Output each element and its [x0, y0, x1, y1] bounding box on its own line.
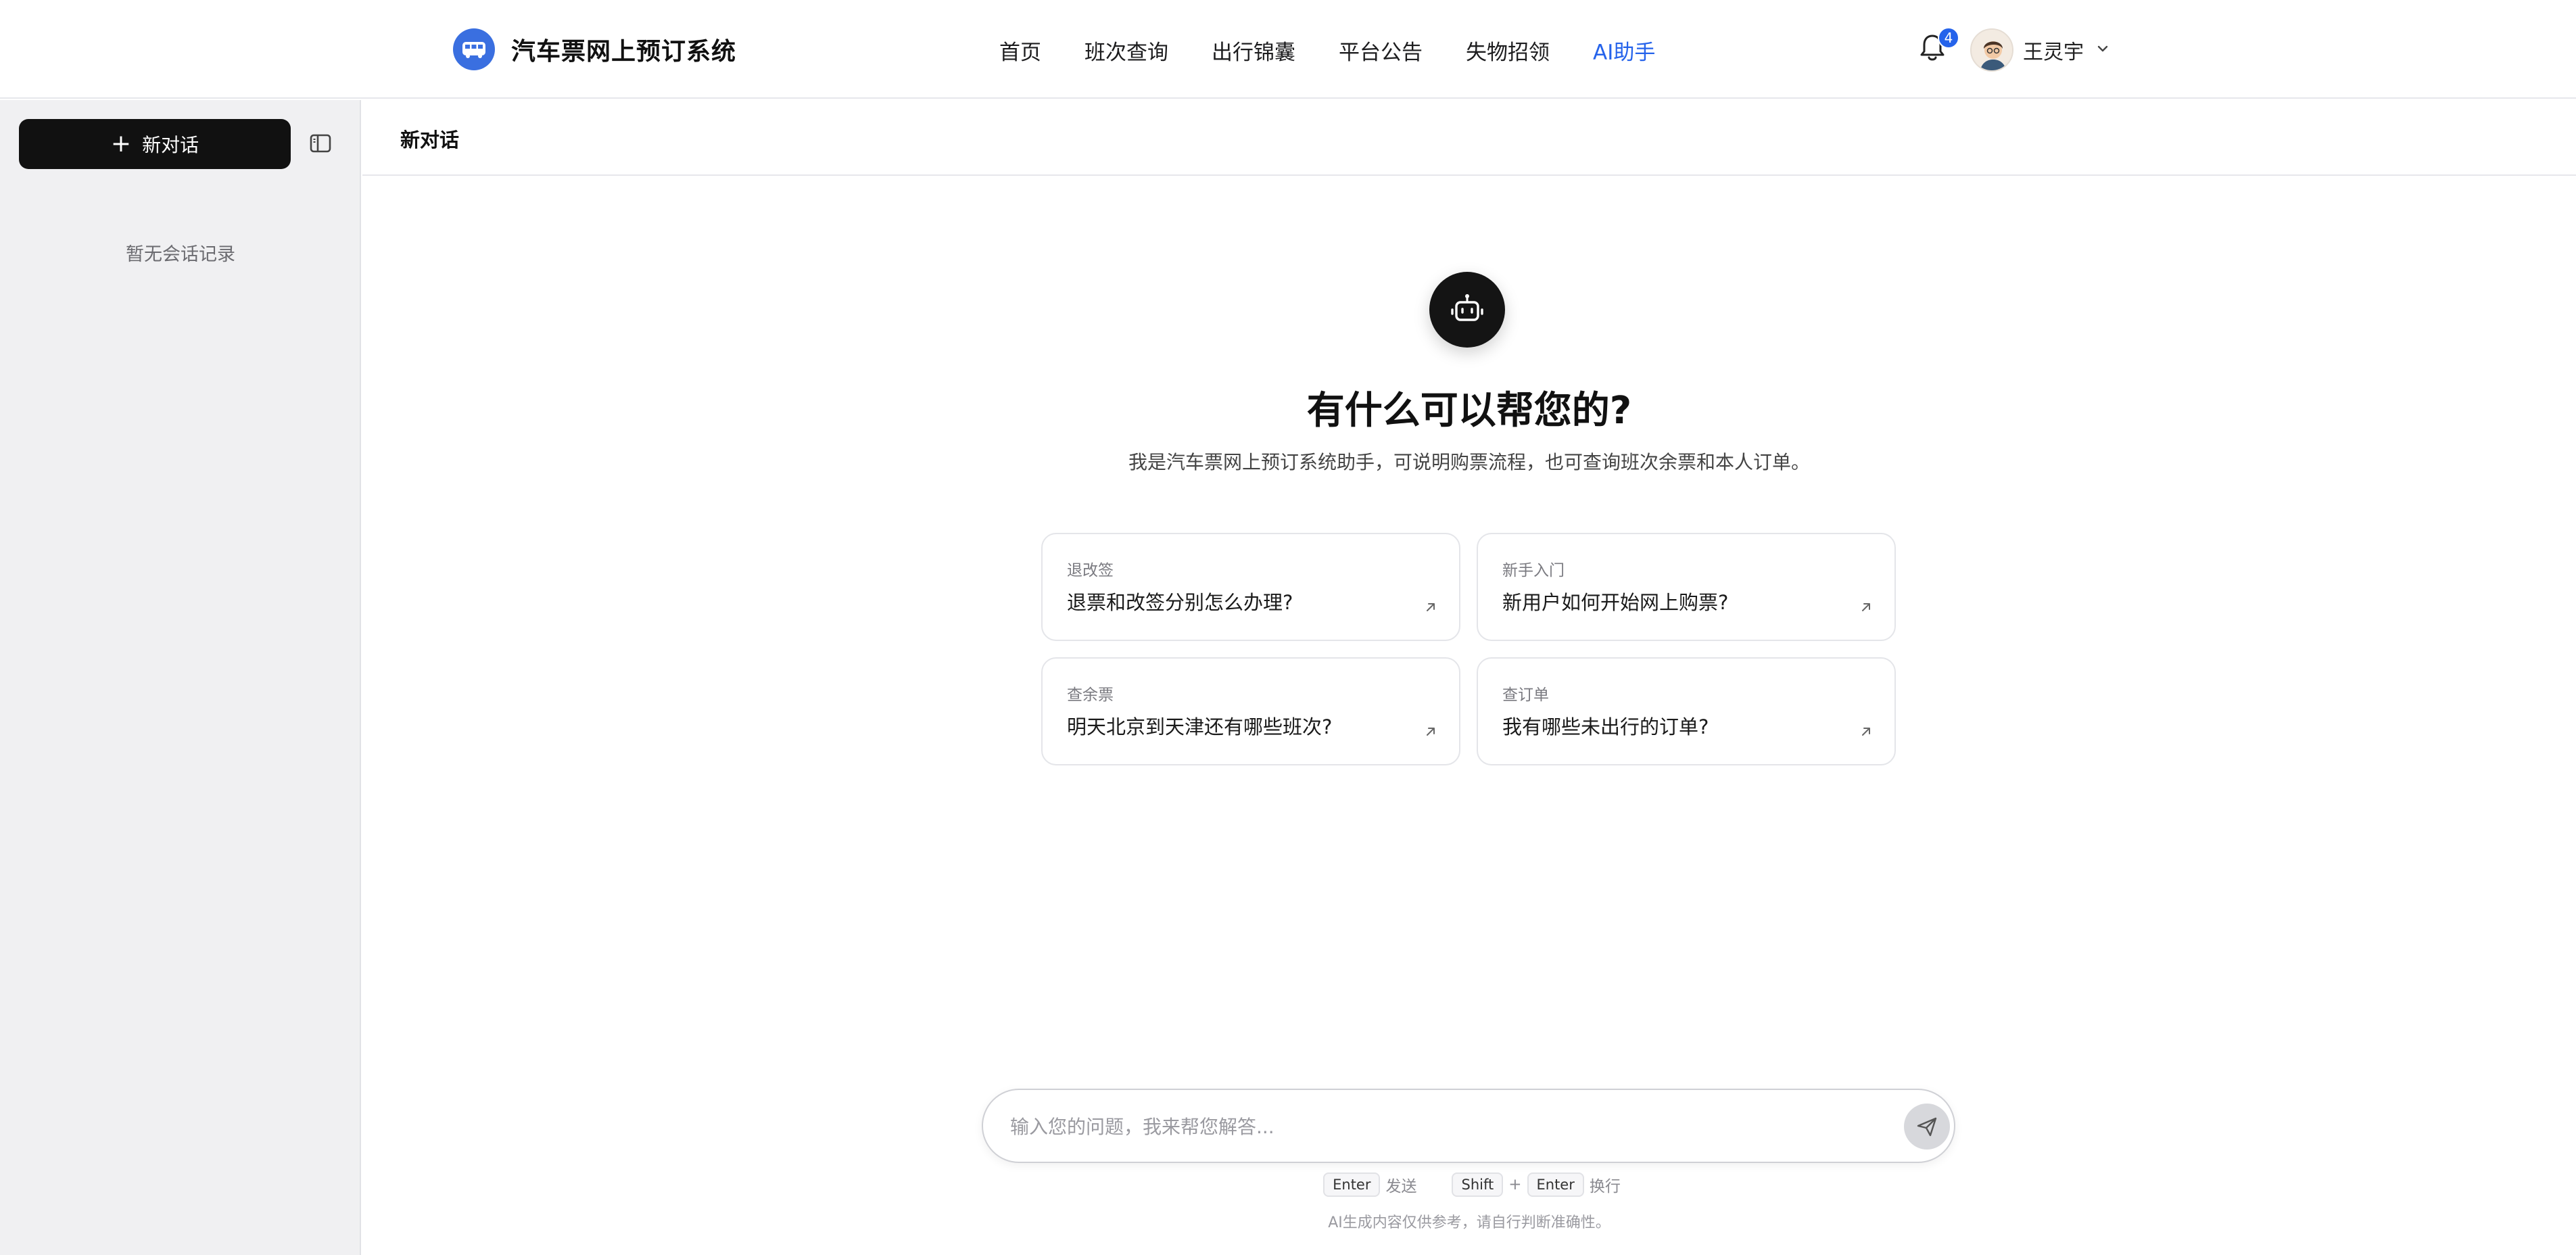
nav-ai-assistant[interactable]: AI助手 [1593, 35, 1655, 66]
notifications-button[interactable]: 4 [1919, 27, 1959, 66]
send-hint-label: 发送 [1385, 1178, 1417, 1195]
sidebar: + 新对话 暂无会话记录 [0, 100, 361, 1255]
ai-disclaimer: AI生成内容仅供参考，请自行判断准确性。 [1328, 1214, 1611, 1231]
shift-key-hint: Shift [1452, 1173, 1504, 1197]
chat-main: 新对话 有什么可以帮您的? 我是汽车票网上预订系统助手，可说明购票流程，也可查询… [362, 100, 2576, 1255]
plus-icon: + [110, 130, 132, 158]
plus-hint: + [1508, 1176, 1522, 1193]
conversation-title: 新对话 [400, 128, 460, 151]
conversation-header: 新对话 [362, 100, 2576, 176]
suggestion-tag: 退改签 [1067, 562, 1114, 579]
avatar[interactable] [1970, 28, 2013, 72]
suggestion-question: 退票和改签分别怎么办理? [1067, 591, 1293, 614]
chat-input[interactable] [1010, 1106, 1876, 1147]
empty-history-text: 暂无会话记录 [126, 244, 235, 265]
send-icon [1917, 1117, 1937, 1137]
top-header: 汽车票网上预订系统 首页 班次查询 出行锦囊 平台公告 失物招领 AI助手 4 … [0, 0, 2576, 99]
robot-icon [1429, 272, 1505, 348]
suggestion-question: 我有哪些未出行的订单? [1502, 715, 1709, 738]
nav-travel-tips[interactable]: 出行锦囊 [1212, 35, 1295, 66]
nav-lost-and-found[interactable]: 失物招领 [1466, 35, 1550, 66]
arrow-up-right-icon [1862, 728, 1870, 736]
bus-icon [453, 28, 495, 70]
welcome-subtitle: 我是汽车票网上预订系统助手，可说明购票流程，也可查询班次余票和本人订单。 [1128, 451, 1810, 473]
suggestion-tag: 新手入门 [1502, 562, 1565, 579]
arrow-up-right-icon [1427, 728, 1435, 736]
sidebar-panel-icon[interactable] [308, 131, 333, 156]
chat-input-box [982, 1089, 1955, 1163]
suggestion-card[interactable]: 查余票 明天北京到天津还有哪些班次? [1041, 657, 1460, 765]
nav-schedule-search[interactable]: 班次查询 [1084, 35, 1168, 66]
arrow-up-right-icon [1427, 603, 1435, 611]
enter-key-hint: Enter [1323, 1173, 1381, 1197]
newline-hint-label: 换行 [1589, 1178, 1621, 1195]
suggestion-card[interactable]: 新手入门 新用户如何开始网上购票? [1477, 533, 1896, 641]
suggestion-tag: 查订单 [1502, 686, 1549, 704]
suggestion-question: 明天北京到天津还有哪些班次? [1067, 715, 1333, 738]
brand-title: 汽车票网上预订系统 [511, 38, 737, 66]
keyboard-hints: Enter 发送 Shift + Enter 换行 [362, 1173, 2576, 1197]
brand[interactable]: 汽车票网上预订系统 [453, 27, 736, 72]
send-button[interactable] [1904, 1104, 1950, 1150]
chevron-down-icon[interactable] [2095, 41, 2111, 57]
suggestion-question: 新用户如何开始网上购票? [1502, 591, 1729, 614]
user-name[interactable]: 王灵宇 [2023, 35, 2084, 65]
suggestion-card[interactable]: 查订单 我有哪些未出行的订单? [1477, 657, 1896, 765]
suggestion-tag: 查余票 [1067, 686, 1114, 704]
suggestion-cards: 退改签 退票和改签分别怎么办理? 新手入门 新用户如何开始网上购票? 查余票 明… [1041, 533, 1897, 797]
new-chat-label: 新对话 [142, 134, 199, 156]
nav-home[interactable]: 首页 [999, 35, 1041, 66]
main-nav: 首页 班次查询 出行锦囊 平台公告 失物招领 AI助手 [999, 31, 1698, 69]
new-chat-button[interactable]: + 新对话 [19, 119, 291, 169]
nav-announcements[interactable]: 平台公告 [1339, 35, 1423, 66]
enter-key-hint: Enter [1527, 1173, 1584, 1197]
suggestion-card[interactable]: 退改签 退票和改签分别怎么办理? [1041, 533, 1460, 641]
notification-badge: 4 [1938, 27, 1959, 49]
welcome-title: 有什么可以帮您的? [1306, 389, 1632, 433]
arrow-up-right-icon [1862, 603, 1870, 611]
